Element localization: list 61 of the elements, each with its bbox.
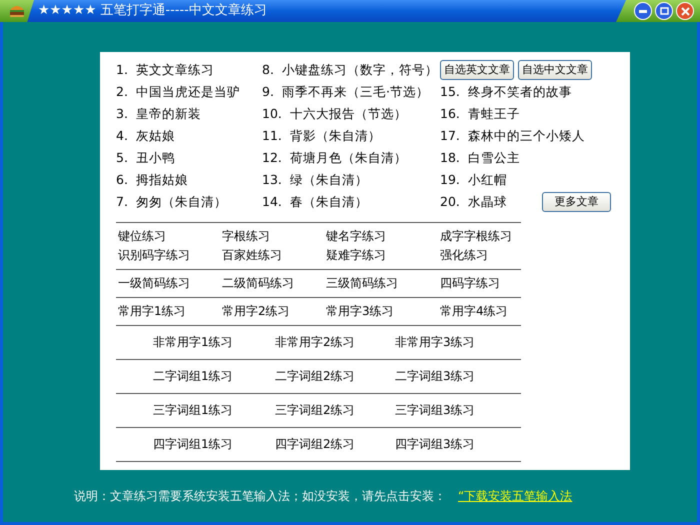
close-icon [680,6,690,16]
practice-item[interactable]: 二字词组1练习 [153,368,275,385]
practice-item[interactable]: 常用字3练习 [326,303,440,320]
article-link[interactable]: 7. 匆匆（朱自清） [116,191,262,213]
practice-item[interactable]: 常用字1练习 [118,303,222,320]
practice-item[interactable]: 三字词组3练习 [395,402,521,419]
article-link[interactable]: 13. 绿（朱自清） [262,169,440,191]
article-button[interactable]: 自选英文文章 [440,60,514,80]
practice-item[interactable]: 四字词组2练习 [275,436,395,453]
practice-item[interactable]: 非常用字3练习 [395,334,521,351]
download-link[interactable]: “下载安装五笔输入法 [458,487,586,505]
install-note: 说明：文章练习需要系统安装五笔输入法；如没安装，请先点击安装： [74,488,446,505]
article-link[interactable]: 9. 雨季不再来（三毛·节选） [262,81,440,103]
close-button[interactable] [676,2,694,20]
practice-item[interactable]: 二字词组2练习 [275,368,395,385]
article-link[interactable]: 14. 春（朱自清） [262,191,440,213]
article-link[interactable]: 17. 森林中的三个小矮人 [440,125,630,147]
minimize-button[interactable] [634,2,652,20]
article-link[interactable]: 5. 丑小鸭 [116,147,262,169]
article-link[interactable]: 19. 小红帽 [440,169,630,191]
article-link[interactable]: 3. 皇帝的新装 [116,103,262,125]
practice-item[interactable]: 三字词组2练习 [275,402,395,419]
article-link[interactable]: 20. 水晶球 [440,191,507,213]
article-link[interactable]: 15. 终身不笑者的故事 [440,81,630,103]
practice-item[interactable]: 四字词组1练习 [153,436,275,453]
article-button[interactable]: 更多文章 [542,192,611,212]
article-link[interactable]: 2. 中国当虎还是当驴 [116,81,262,103]
practice-item[interactable]: 二字词组3练习 [395,368,521,385]
practice-item[interactable]: 字根练习 [222,228,326,245]
practice-item[interactable]: 一级简码练习 [118,275,222,292]
article-link[interactable]: 1. 英文文章练习 [116,59,262,81]
practice-item[interactable]: 四字词组3练习 [395,436,521,453]
article-link[interactable]: 6. 拇指姑娘 [116,169,262,191]
article-link[interactable]: 4. 灰姑娘 [116,125,262,147]
practice-item[interactable]: 四码字练习 [440,275,521,292]
maximize-icon [660,7,668,15]
practice-item[interactable]: 键名字练习 [326,228,440,245]
maximize-button[interactable] [655,2,673,20]
practice-item[interactable]: 非常用字1练习 [153,334,275,351]
practice-item[interactable]: 常用字2练习 [222,303,326,320]
practice-item[interactable]: 疑难字练习 [326,247,440,264]
practice-item[interactable]: 键位练习 [118,228,222,245]
practice-item[interactable]: 非常用字2练习 [275,334,395,351]
article-link[interactable]: 11. 背影（朱自清） [262,125,440,147]
article-link[interactable]: 16. 青蛙王子 [440,103,630,125]
practice-item[interactable]: 三字词组1练习 [153,402,275,419]
practice-item[interactable]: 成字字根练习 [440,228,521,245]
minimize-icon [639,10,647,12]
article-link[interactable]: 12. 荷塘月色（朱自清） [262,147,440,169]
article-link[interactable]: 8. 小键盘练习（数字，符号） [262,59,440,81]
practice-item[interactable]: 百家姓练习 [222,247,326,264]
practice-item[interactable]: 常用字4练习 [440,303,521,320]
practice-item[interactable]: 三级简码练习 [326,275,440,292]
practice-item[interactable]: 二级简码练习 [222,275,326,292]
burger-icon [8,3,26,19]
practice-item[interactable]: 强化练习 [440,247,521,264]
article-link[interactable]: 10. 十六大报告（节选） [262,103,440,125]
window-title: ★★★★★ 五笔打字通-----中文文章练习 [38,2,267,20]
article-link[interactable]: 18. 白雪公主 [440,147,630,169]
article-button[interactable]: 自选中文文章 [518,60,592,80]
practice-item[interactable]: 识别码字练习 [118,247,222,264]
